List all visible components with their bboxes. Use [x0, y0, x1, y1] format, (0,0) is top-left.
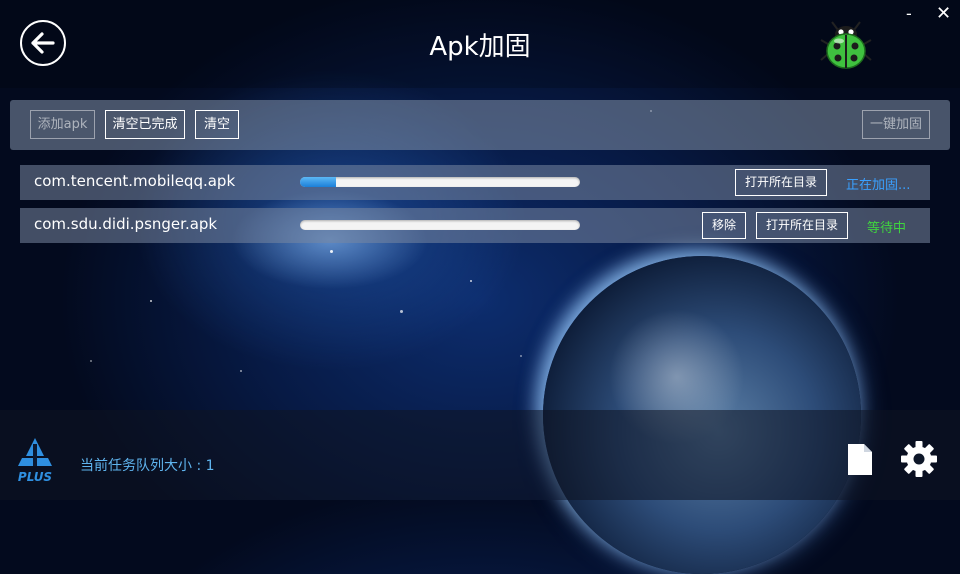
star — [470, 280, 472, 282]
task-filename: com.sdu.didi.psnger.apk — [34, 215, 218, 233]
progress-fill — [300, 177, 337, 187]
gear-icon[interactable] — [900, 440, 938, 478]
progress-bar — [300, 177, 580, 187]
document-icon[interactable] — [846, 443, 874, 476]
plus-logo-text: PLUS — [18, 470, 52, 484]
star — [400, 310, 403, 313]
star — [520, 355, 522, 357]
task-row: com.tencent.mobileqq.apk 打开所在目录 正在加固... — [20, 165, 930, 200]
star — [90, 360, 92, 362]
open-directory-button[interactable]: 打开所在目录 — [756, 212, 848, 239]
task-filename: com.tencent.mobileqq.apk — [34, 172, 236, 190]
task-status: 正在加固... — [846, 178, 911, 193]
page-title: Apk加固 — [429, 32, 531, 62]
clear-completed-button[interactable]: 清空已完成 — [105, 110, 185, 139]
toolbar: 添加apk 清空已完成 清空 一键加固 — [10, 100, 950, 150]
progress-bar — [300, 220, 580, 230]
queue-size-label: 当前任务队列大小 : 1 — [80, 458, 215, 474]
one-click-harden-button[interactable]: 一键加固 — [862, 110, 930, 139]
minimize-button[interactable]: - — [906, 6, 918, 22]
star — [150, 300, 152, 302]
task-status: 等待中 — [867, 221, 907, 236]
open-directory-button[interactable]: 打开所在目录 — [735, 169, 827, 196]
remove-button[interactable]: 移除 — [702, 212, 746, 239]
task-row: com.sdu.didi.psnger.apk 移除 打开所在目录 等待中 — [20, 208, 930, 243]
star — [330, 250, 333, 253]
add-apk-button[interactable]: 添加apk — [30, 110, 95, 139]
clear-button[interactable]: 清空 — [195, 110, 239, 139]
ladybug-icon[interactable] — [820, 20, 872, 70]
plus-logo: PLUS — [18, 438, 52, 484]
close-button[interactable]: ✕ — [936, 5, 951, 23]
star — [240, 370, 242, 372]
